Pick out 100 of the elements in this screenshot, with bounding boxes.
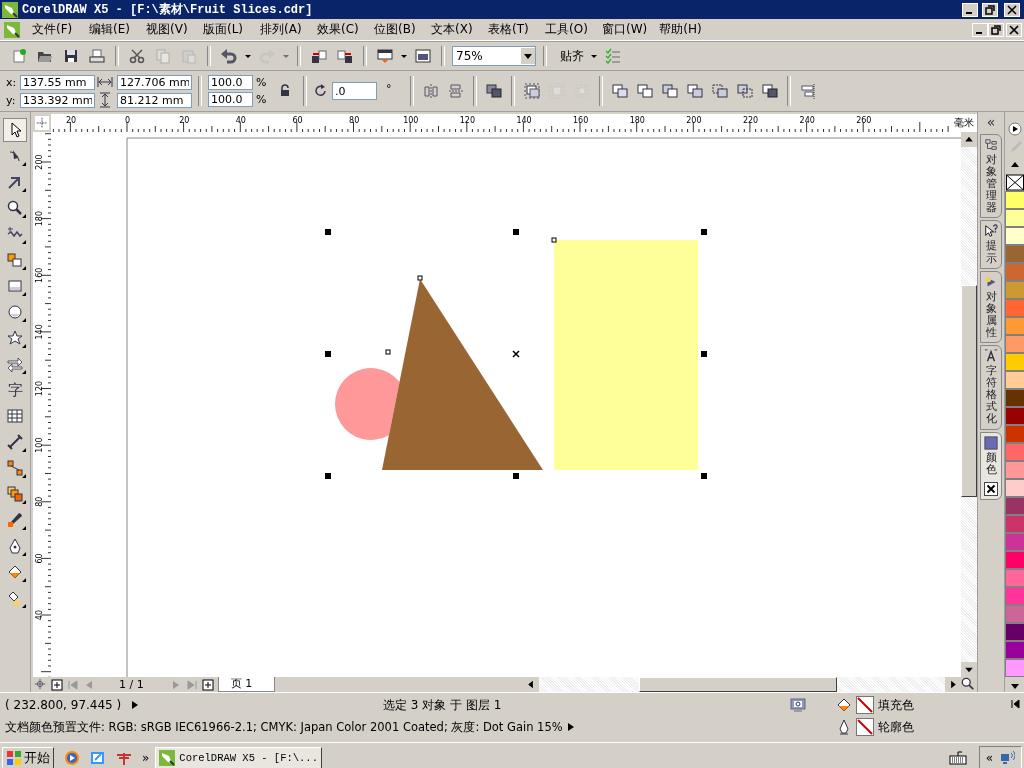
selection-handle[interactable] bbox=[325, 473, 331, 479]
color-swatch[interactable] bbox=[1005, 389, 1024, 407]
color-swatch[interactable] bbox=[1005, 191, 1024, 209]
width-field[interactable]: 127.706 mm bbox=[117, 74, 192, 90]
text-tool-button[interactable]: 字 bbox=[3, 378, 27, 402]
zoom-level-dropdown[interactable]: 75% bbox=[452, 46, 536, 66]
docker-tab[interactable]: 对象属性 bbox=[980, 270, 1002, 344]
scale-y-field[interactable]: 100.0 bbox=[208, 92, 253, 107]
color-swatch[interactable] bbox=[1005, 533, 1024, 551]
close-button[interactable] bbox=[1006, 22, 1022, 37]
start-button[interactable]: 开始 bbox=[2, 746, 54, 768]
zoom-icon[interactable] bbox=[961, 677, 975, 691]
minimize-button[interactable] bbox=[962, 2, 978, 17]
node-handle[interactable] bbox=[417, 275, 423, 281]
docker-tab[interactable]: 对象管理器 bbox=[980, 134, 1002, 219]
close-icon[interactable] bbox=[984, 481, 998, 496]
color-swatch[interactable] bbox=[1005, 263, 1024, 281]
restore-button[interactable] bbox=[982, 2, 998, 17]
color-swatch[interactable] bbox=[1005, 659, 1024, 677]
palette-menu-icon[interactable] bbox=[1007, 122, 1023, 136]
y-position-field[interactable]: 133.392 mm bbox=[20, 92, 95, 108]
selection-handle[interactable] bbox=[513, 229, 519, 235]
color-swatch[interactable] bbox=[1005, 461, 1024, 479]
menu-item[interactable]: 效果(C) bbox=[311, 21, 368, 38]
close-button[interactable] bbox=[1004, 2, 1020, 17]
selection-handle[interactable] bbox=[325, 351, 331, 357]
menu-item[interactable]: 版面(L) bbox=[197, 21, 254, 38]
caret-icon[interactable] bbox=[521, 48, 535, 64]
color-swatch[interactable] bbox=[1005, 245, 1024, 263]
color-swatch[interactable] bbox=[1005, 281, 1024, 299]
color-swatch[interactable] bbox=[1005, 443, 1024, 461]
crosshair-icon bbox=[33, 677, 47, 691]
selection-handle[interactable] bbox=[701, 229, 707, 235]
add-page-icon[interactable] bbox=[51, 678, 63, 691]
menu-item[interactable]: 排列(A) bbox=[254, 21, 311, 38]
color-swatch[interactable] bbox=[1005, 569, 1024, 587]
color-swatch[interactable] bbox=[1005, 227, 1024, 245]
tool-button[interactable] bbox=[3, 118, 27, 142]
color-swatch[interactable] bbox=[1005, 641, 1024, 659]
print-icon[interactable] bbox=[86, 46, 108, 66]
rotation-field[interactable]: .0 bbox=[332, 82, 377, 100]
color-swatch[interactable] bbox=[1005, 209, 1024, 227]
page-tab[interactable]: 页 1 bbox=[217, 677, 276, 692]
color-swatch[interactable] bbox=[1005, 299, 1024, 317]
expand-arrow-icon[interactable] bbox=[131, 700, 139, 710]
selection-handle[interactable] bbox=[513, 473, 519, 479]
snap-menu[interactable]: 贴齐 bbox=[554, 47, 586, 65]
scale-x-field[interactable]: 100.0 bbox=[208, 75, 253, 90]
media-player-icon[interactable] bbox=[64, 749, 80, 766]
color-swatch[interactable] bbox=[1005, 317, 1024, 335]
collapse-docker-button[interactable]: « bbox=[986, 114, 996, 132]
browser-icon[interactable] bbox=[90, 749, 106, 766]
color-swatch[interactable] bbox=[1005, 353, 1024, 371]
color-swatch[interactable] bbox=[1005, 371, 1024, 389]
color-swatch[interactable] bbox=[1005, 587, 1024, 605]
keyboard-icon[interactable] bbox=[948, 750, 967, 765]
node-handle[interactable] bbox=[385, 349, 391, 355]
menu-item[interactable]: 文件(F) bbox=[26, 21, 83, 38]
height-field[interactable]: 81.212 mm bbox=[117, 92, 192, 108]
docker-tab[interactable]: 字符格式化 bbox=[980, 345, 1002, 430]
selection-handle[interactable] bbox=[701, 473, 707, 479]
view-window-icon[interactable] bbox=[412, 46, 434, 66]
restore-button[interactable] bbox=[988, 22, 1004, 37]
color-swatch[interactable] bbox=[1005, 479, 1024, 497]
color-swatch[interactable] bbox=[1005, 335, 1024, 353]
scroll-thumb[interactable] bbox=[961, 285, 977, 497]
selection-handle[interactable] bbox=[701, 351, 707, 357]
scroll-thumb[interactable] bbox=[639, 677, 838, 692]
menu-item[interactable]: 编辑(E) bbox=[83, 21, 140, 38]
publish-icon[interactable] bbox=[374, 46, 396, 66]
menu-item[interactable]: 位图(B) bbox=[368, 21, 425, 38]
menu-item[interactable]: 视图(V) bbox=[140, 21, 197, 38]
no-color-swatch[interactable] bbox=[1006, 174, 1024, 191]
x-position-field[interactable]: 137.55 mm bbox=[20, 74, 95, 90]
menu-item[interactable]: 表格(T) bbox=[482, 21, 539, 38]
color-swatch[interactable] bbox=[1005, 605, 1024, 623]
node-handle[interactable] bbox=[551, 237, 557, 243]
add-page-icon[interactable] bbox=[201, 678, 214, 691]
expand-arrow-icon[interactable] bbox=[566, 722, 575, 732]
menu-item[interactable]: 窗口(W) bbox=[596, 21, 654, 38]
color-swatch[interactable] bbox=[1005, 497, 1024, 515]
docker-tab[interactable]: 提示 bbox=[980, 220, 1002, 269]
monitor-icon[interactable] bbox=[790, 697, 806, 713]
selection-handle[interactable] bbox=[325, 229, 331, 235]
color-swatch[interactable] bbox=[1005, 425, 1024, 443]
show-hidden-icons-button[interactable]: « bbox=[985, 750, 993, 765]
taskbar-button[interactable]: CorelDRAW X5 - [F:\... bbox=[155, 746, 322, 768]
triangle-shape[interactable] bbox=[382, 279, 543, 470]
color-swatch[interactable] bbox=[1005, 515, 1024, 533]
color-swatch[interactable] bbox=[1005, 551, 1024, 569]
menu-item[interactable]: 工具(O) bbox=[539, 21, 596, 38]
color-swatch[interactable] bbox=[1005, 623, 1024, 641]
menu-item[interactable]: 文本(X) bbox=[425, 21, 482, 38]
docker-tab[interactable]: 颜色 bbox=[980, 431, 1002, 500]
percent-label: % bbox=[256, 93, 268, 106]
network-icon[interactable] bbox=[999, 749, 1015, 766]
more-icons-button[interactable]: » bbox=[142, 750, 150, 765]
color-swatch[interactable] bbox=[1005, 407, 1024, 425]
menu-item[interactable]: 帮助(H) bbox=[653, 21, 711, 38]
minimize-button[interactable] bbox=[972, 22, 988, 37]
